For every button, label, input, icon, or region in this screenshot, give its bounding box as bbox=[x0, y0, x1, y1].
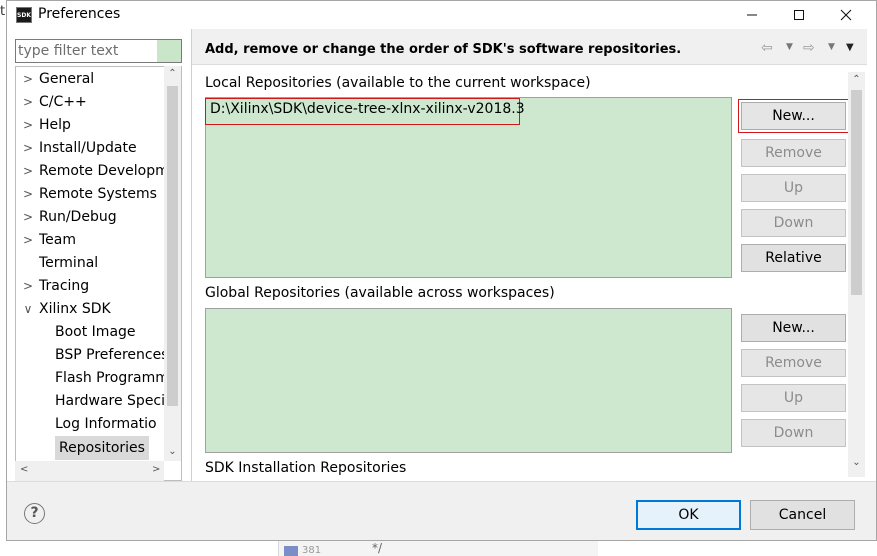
collapsed-chevron-icon[interactable]: > bbox=[22, 91, 34, 113]
global-new-button[interactable]: New... bbox=[741, 314, 846, 342]
dialog-footer bbox=[7, 481, 876, 540]
collapsed-chevron-icon[interactable]: > bbox=[22, 137, 34, 159]
filter-input[interactable] bbox=[18, 41, 156, 61]
collapsed-chevron-icon[interactable]: > bbox=[22, 68, 34, 90]
filter-field[interactable] bbox=[15, 39, 182, 63]
scroll-up-icon[interactable]: ⌃ bbox=[165, 68, 180, 79]
back-arrow-icon[interactable]: ⇦ bbox=[761, 40, 773, 56]
tree-item-label: Team bbox=[39, 232, 77, 248]
collapsed-chevron-icon[interactable]: > bbox=[22, 229, 34, 251]
local-repositories-label: Local Repositories (available to the cur… bbox=[205, 75, 591, 91]
sdk-installation-repositories-label: SDK Installation Repositories bbox=[205, 460, 407, 476]
scroll-left-icon[interactable]: < bbox=[20, 464, 28, 475]
tree-item-label: Xilinx SDK bbox=[39, 301, 111, 317]
minimize-button[interactable] bbox=[729, 0, 775, 30]
minimize-icon bbox=[747, 14, 757, 16]
tree-item-label: Log Informatio bbox=[55, 416, 157, 432]
tree-item-label: BSP Preferences bbox=[55, 347, 169, 363]
collapsed-chevron-icon[interactable]: > bbox=[22, 275, 34, 297]
sdk-app-icon: SDK bbox=[16, 7, 32, 23]
global-repositories-label: Global Repositories (available across wo… bbox=[205, 285, 555, 301]
tree-item-label: C/C++ bbox=[39, 94, 87, 110]
scroll-down-icon[interactable]: ⌄ bbox=[165, 446, 180, 457]
local-remove-button[interactable]: Remove bbox=[741, 139, 846, 167]
tree-item-label: General bbox=[39, 71, 95, 87]
tree-item-label: Remote Systems bbox=[39, 186, 157, 202]
maximize-button[interactable] bbox=[776, 0, 822, 30]
global-down-button[interactable]: Down bbox=[741, 419, 846, 447]
local-down-button[interactable]: Down bbox=[741, 209, 846, 237]
background-text-fragment: t bbox=[0, 4, 6, 19]
tree-item-label: Help bbox=[39, 117, 71, 133]
collapsed-chevron-icon[interactable]: > bbox=[22, 183, 34, 205]
ok-button[interactable]: OK bbox=[636, 500, 741, 530]
view-menu-icon[interactable]: ▼ bbox=[846, 42, 854, 53]
global-repositories-list[interactable] bbox=[205, 308, 732, 453]
page-scroll-thumb[interactable] bbox=[851, 90, 862, 295]
background-gutter-marker bbox=[284, 546, 298, 556]
background-editor bbox=[278, 540, 598, 556]
tree-item-label: Tracing bbox=[39, 278, 90, 294]
help-icon[interactable]: ? bbox=[24, 503, 45, 524]
global-up-button[interactable]: Up bbox=[741, 384, 846, 412]
background-code-comment: */ bbox=[372, 541, 383, 555]
tree-item-label: Repositories bbox=[55, 436, 149, 460]
back-menu-icon[interactable]: ▼ bbox=[786, 42, 793, 52]
local-new-button[interactable]: New... bbox=[738, 99, 849, 133]
global-remove-button[interactable]: Remove bbox=[741, 349, 846, 377]
tree-item-label: Run/Debug bbox=[39, 209, 117, 225]
maximize-icon bbox=[794, 10, 804, 20]
tree-item-label: Terminal bbox=[39, 255, 99, 271]
close-button[interactable] bbox=[823, 0, 869, 30]
forward-menu-icon[interactable]: ▼ bbox=[828, 42, 835, 52]
cancel-button[interactable]: Cancel bbox=[750, 500, 855, 530]
page-scroll-up-icon[interactable]: ⌃ bbox=[849, 74, 864, 85]
tree-item-label: Hardware Speci bbox=[55, 393, 166, 409]
page-scroll-down-icon[interactable]: ⌄ bbox=[849, 457, 864, 468]
local-up-button[interactable]: Up bbox=[741, 174, 846, 202]
pane-divider[interactable] bbox=[191, 29, 192, 481]
background-line-number: 381 bbox=[302, 545, 322, 556]
local-relative-button[interactable]: Relative bbox=[741, 244, 846, 272]
scroll-right-icon[interactable]: > bbox=[152, 464, 160, 475]
tree-item-label: Install/Update bbox=[39, 140, 137, 156]
collapsed-chevron-icon[interactable]: > bbox=[22, 160, 34, 182]
tree-scroll-thumb[interactable] bbox=[167, 86, 178, 406]
forward-arrow-icon[interactable]: ⇨ bbox=[803, 40, 815, 56]
close-icon bbox=[840, 9, 852, 21]
local-repository-item[interactable]: D:\Xilinx\SDK\device-tree-xlnx-xilinx-v2… bbox=[205, 98, 525, 125]
filter-clear-button[interactable] bbox=[157, 40, 181, 62]
window-title: Preferences bbox=[38, 6, 121, 22]
expanded-chevron-icon[interactable]: ∨ bbox=[22, 298, 34, 320]
preferences-tree: > General > C/C++ > Help > Install/Update > Remot… bbox=[15, 66, 182, 481]
tree-item-label: Flash Programm bbox=[55, 370, 169, 386]
collapsed-chevron-icon[interactable]: > bbox=[22, 206, 34, 228]
tree-item-label: Boot Image bbox=[55, 324, 136, 340]
tree-horizontal-scrollbar[interactable] bbox=[15, 461, 164, 481]
page-description: Add, remove or change the order of SDK's… bbox=[205, 42, 682, 57]
tree-item-label: Remote Developm bbox=[39, 163, 169, 179]
collapsed-chevron-icon[interactable]: > bbox=[22, 114, 34, 136]
